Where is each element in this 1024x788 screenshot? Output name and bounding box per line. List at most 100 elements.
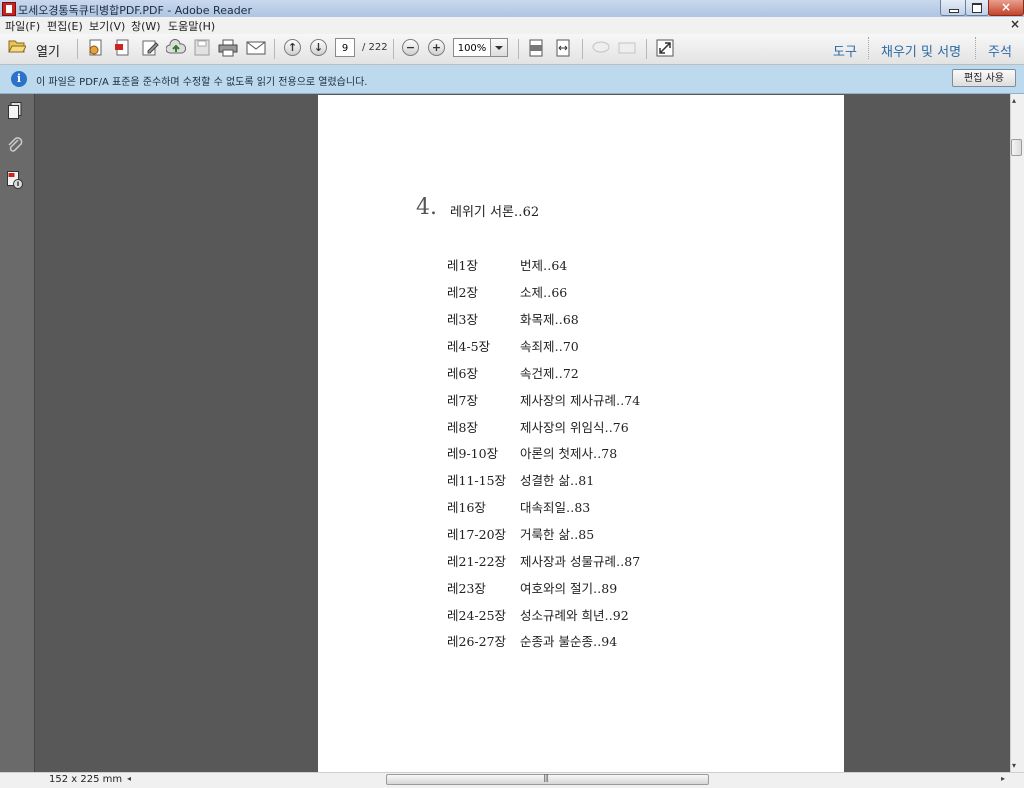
save-icon[interactable] — [194, 39, 210, 57]
toc-chapter: 레4-5장 — [447, 339, 491, 354]
navigation-pane — [0, 94, 35, 772]
toc-title: 성소규례와 희년‥92 — [520, 608, 629, 623]
menu-window[interactable]: 창(W) — [131, 18, 161, 34]
toolbar-divider — [77, 39, 78, 59]
chapter-number: 4. — [416, 195, 437, 220]
toc-title: 순종과 불순종‥94 — [520, 634, 618, 649]
zoom-out-button[interactable]: − — [402, 39, 419, 56]
toc-chapter: 레26-27장 — [447, 634, 507, 649]
minimize-button[interactable] — [940, 0, 966, 16]
next-page-button[interactable]: ↓ — [310, 39, 327, 56]
close-window-button[interactable]: × — [988, 0, 1024, 16]
toc-chapter: 레24-25장 — [447, 608, 507, 623]
toolbar-divider — [582, 39, 583, 59]
page-number-input[interactable]: 9 — [335, 38, 355, 57]
comment-pane-button[interactable]: 주석 — [988, 41, 1012, 60]
plus-icon: + — [431, 41, 442, 54]
toolbar-divider — [393, 39, 394, 59]
toc-title: 성결한 삶‥81 — [520, 473, 595, 488]
toc-chapter: 레17-20장 — [447, 527, 507, 542]
vertical-scroll-thumb[interactable] — [1011, 139, 1022, 156]
toc-title: 여호와의 절기‥89 — [520, 581, 618, 596]
toc-chapter: 레16장 — [447, 500, 486, 515]
print-icon[interactable] — [218, 39, 238, 57]
toolbar-divider — [868, 37, 870, 59]
toc-chapter: 레8장 — [447, 420, 478, 435]
toc-title: 속건제‥72 — [520, 366, 579, 381]
vertical-scrollbar[interactable] — [1010, 94, 1024, 772]
menu-edit[interactable]: 편집(E) — [47, 18, 83, 34]
create-pdf-icon[interactable] — [87, 39, 105, 57]
menu-file[interactable]: 파일(F) — [5, 18, 40, 34]
toc-title: 소제‥66 — [520, 285, 568, 300]
scroll-right-icon[interactable]: ▸ — [1001, 774, 1005, 783]
toolbar-divider — [646, 39, 647, 59]
toc-title: 아론의 첫제사‥78 — [520, 446, 618, 461]
toc-chapter: 레11-15장 — [447, 473, 507, 488]
zoom-in-button[interactable]: + — [428, 39, 445, 56]
highlight-icon — [618, 42, 636, 54]
toc-title: 화목제‥68 — [520, 312, 579, 327]
enable-editing-button[interactable]: 편집 사용 — [952, 69, 1016, 87]
scroll-up-icon[interactable]: ▴ — [1012, 96, 1016, 105]
toc-title: 속죄제‥70 — [520, 339, 579, 354]
previous-page-button[interactable]: ↑ — [284, 39, 301, 56]
toolbar-divider — [274, 39, 275, 59]
signatures-icon[interactable] — [7, 171, 23, 189]
export-pdf-icon[interactable] — [114, 39, 132, 57]
menu-view[interactable]: 보기(V) — [89, 18, 125, 34]
fit-page-icon[interactable] — [528, 39, 544, 57]
attachments-icon[interactable] — [7, 137, 23, 154]
fill-sign-pane-button[interactable]: 채우기 및 서명 — [881, 41, 961, 60]
info-icon: i — [11, 71, 27, 87]
cloud-upload-icon[interactable] — [166, 39, 186, 57]
toc-title: 대속죄일‥83 — [520, 500, 591, 515]
pdfa-message: 이 파일은 PDF/A 표준을 준수하며 수정할 수 없도록 읽기 전용으로 열… — [36, 77, 368, 88]
window-title: 모세오경통독큐티병합PDF.PDF - Adobe Reader — [18, 4, 252, 17]
toc-chapter: 레21-22장 — [447, 554, 507, 569]
scroll-down-icon[interactable]: ▾ — [1012, 761, 1016, 770]
toc-chapter: 레7장 — [447, 393, 478, 408]
toolbar-divider — [518, 39, 519, 59]
toc-title: 번제‥64 — [520, 258, 568, 273]
minus-icon: − — [405, 41, 416, 54]
toc-chapter: 레6장 — [447, 366, 478, 381]
toolbar-divider — [975, 37, 977, 59]
close-document-icon[interactable]: × — [1010, 17, 1020, 31]
menu-help[interactable]: 도움말(H) — [168, 18, 215, 34]
menu-bar: 파일(F) 편집(E) 보기(V) 창(W) 도움말(H) × — [0, 17, 1024, 35]
toc-title: 제사장과 성물규례‥87 — [520, 554, 641, 569]
toc-chapter: 레23장 — [447, 581, 486, 596]
minimize-icon — [949, 9, 959, 13]
open-button[interactable]: 열기 — [36, 41, 60, 60]
edit-pdf-icon[interactable] — [141, 39, 159, 57]
arrow-up-icon: ↑ — [287, 41, 298, 54]
email-icon[interactable] — [246, 41, 266, 55]
folder-open-icon[interactable] — [8, 39, 26, 53]
title-bar: 모세오경통독큐티병합PDF.PDF - Adobe Reader — [0, 0, 1024, 18]
toc-title: 제사장의 위임식‥76 — [520, 420, 629, 435]
restore-icon — [972, 3, 982, 13]
scroll-grip-icon: ||| — [543, 773, 549, 782]
toc-chapter: 레3장 — [447, 312, 478, 327]
page-thumbnails-icon[interactable] — [8, 102, 22, 119]
toc-chapter: 레1장 — [447, 258, 478, 273]
page-size-label: 152 x 225 mm — [49, 774, 123, 785]
adobe-reader-icon — [2, 2, 16, 16]
chapter-title: 레위기 서론‥62 — [450, 205, 540, 220]
restore-button[interactable] — [965, 0, 989, 16]
scroll-left-icon[interactable]: ◂ — [127, 774, 131, 783]
toc-title: 제사장의 제사규례‥74 — [520, 393, 641, 408]
full-screen-icon[interactable] — [656, 39, 674, 57]
arrow-down-icon: ↓ — [313, 41, 324, 54]
toc-title: 거룩한 삶‥85 — [520, 527, 595, 542]
comment-icon — [592, 41, 610, 53]
toc-chapter: 레2장 — [447, 285, 478, 300]
tools-pane-button[interactable]: 도구 — [833, 41, 857, 60]
close-icon: × — [1001, 0, 1012, 14]
zoom-dropdown-button[interactable] — [491, 38, 508, 57]
page-total-label: / 222 — [362, 42, 388, 53]
zoom-level-input[interactable]: 100% — [453, 38, 491, 57]
fit-width-icon[interactable] — [554, 39, 572, 57]
toc-chapter: 레9-10장 — [447, 446, 499, 461]
